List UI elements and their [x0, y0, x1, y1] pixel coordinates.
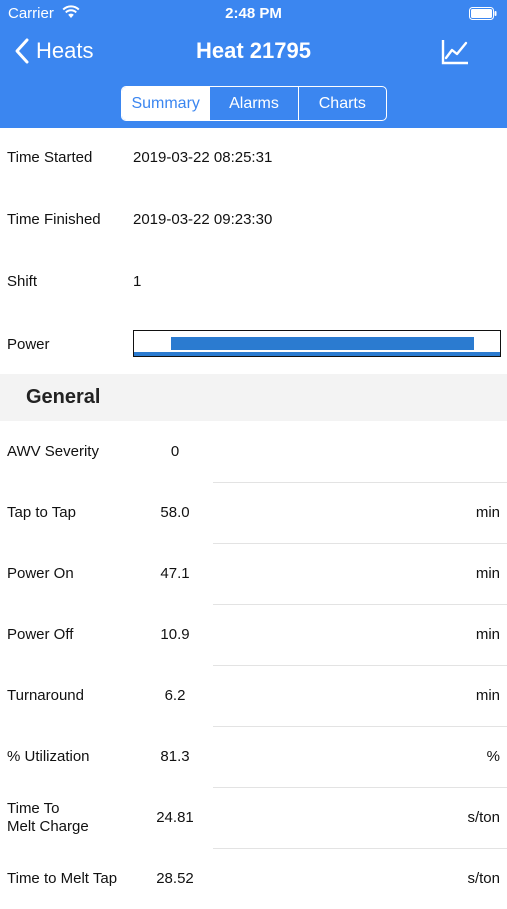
status-bar: Carrier 2:48 PM — [0, 0, 507, 28]
general-row-value: 10.9 — [160, 626, 190, 643]
general-row-label: AWV Severity — [7, 442, 99, 460]
general-row-value: 47.1 — [160, 565, 190, 582]
row-divider — [213, 604, 507, 605]
power-timeline-bar — [133, 330, 501, 357]
row-divider — [213, 665, 507, 666]
general-row-unit: min — [475, 626, 500, 643]
shift-label: Shift — [7, 272, 38, 290]
general-section-header: General — [0, 374, 507, 421]
time-finished-row: Time Finished 2019-03-22 09:23:30 — [0, 188, 507, 250]
general-row-label: Power Off — [7, 625, 74, 643]
time-started-row: Time Started 2019-03-22 08:25:31 — [0, 126, 507, 188]
line-chart-icon[interactable] — [441, 39, 469, 65]
general-row: Turnaround 6.2 min — [0, 665, 507, 726]
general-row-value: 0 — [170, 443, 180, 460]
general-row-label: Power On — [7, 564, 74, 582]
general-row-label: % Utilization — [7, 747, 90, 765]
general-row-label: Tap to Tap — [7, 503, 76, 521]
general-row: % Utilization 81.3% — [0, 726, 507, 787]
general-row-value: 81.3 — [160, 748, 190, 765]
tab-charts[interactable]: Charts — [297, 87, 386, 120]
general-row-unit: % — [486, 748, 500, 765]
row-divider — [213, 787, 507, 788]
battery-icon — [469, 7, 497, 20]
tab-alarms[interactable]: Alarms — [209, 87, 297, 120]
segmented-control: Summary Alarms Charts — [121, 86, 387, 121]
navigation-bar: Heats Heat 21795 — [0, 28, 507, 76]
power-on-segment — [171, 337, 474, 350]
general-row-label: Turnaround — [7, 686, 84, 704]
power-label: Power — [7, 335, 50, 353]
general-row-unit: min — [475, 687, 500, 704]
shift-row: Shift 1 — [0, 250, 507, 312]
general-row-unit: s/ton — [467, 809, 500, 826]
general-row-label: Time To Melt Charge — [7, 799, 89, 835]
page-title: Heat 21795 — [196, 38, 311, 63]
general-row-value: 58.0 — [160, 504, 190, 521]
general-row: Power Off 10.9 min — [0, 604, 507, 665]
power-baseline — [134, 352, 500, 356]
status-time: 2:48 PM — [225, 5, 282, 22]
shift-value: 1 — [133, 272, 142, 290]
section-title: General — [26, 386, 101, 408]
row-divider — [213, 482, 507, 483]
general-row: Tap to Tap 58.0 min — [0, 482, 507, 543]
general-row-unit: min — [475, 504, 500, 521]
time-finished-label: Time Finished — [7, 210, 101, 228]
time-finished-value: 2019-03-22 09:23:30 — [133, 210, 273, 228]
time-started-label: Time Started — [7, 148, 93, 166]
general-row-unit: min — [475, 565, 500, 582]
row-divider — [213, 726, 507, 727]
general-row: AWV Severity 0 — [0, 421, 507, 482]
row-divider — [213, 848, 507, 849]
app-header: Carrier 2:48 PM Heats Heat 21795 Summary… — [0, 0, 507, 128]
general-row: Time To Melt Charge 24.81 s/ton — [0, 787, 507, 848]
time-started-value: 2019-03-22 08:25:31 — [133, 148, 273, 166]
general-row: Power On 47.1 min — [0, 543, 507, 604]
general-row-value: 24.81 — [156, 809, 194, 826]
general-row-value: 6.2 — [164, 687, 186, 704]
tab-summary[interactable]: Summary — [122, 87, 210, 120]
row-divider — [213, 543, 507, 544]
